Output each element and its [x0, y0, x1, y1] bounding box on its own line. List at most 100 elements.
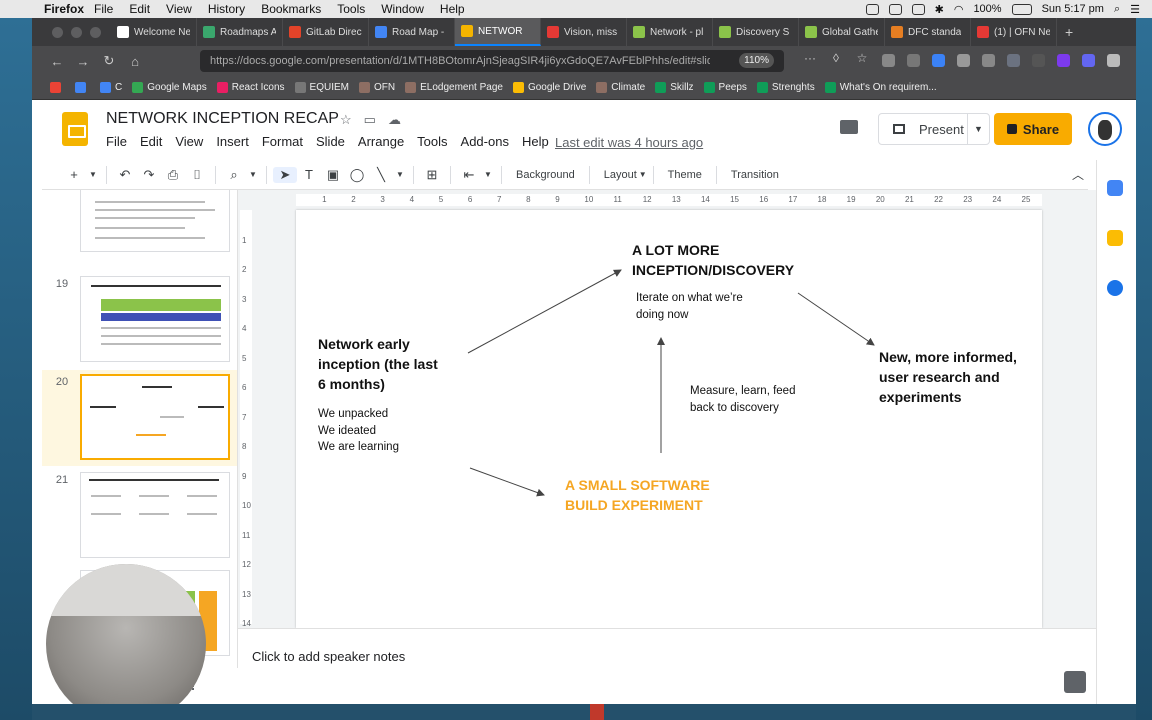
back-icon[interactable]: ← [44, 54, 70, 69]
close-window-button[interactable] [52, 26, 63, 38]
menu-history[interactable]: History [208, 2, 245, 16]
docs-menu-arrange[interactable]: Arrange [358, 134, 404, 149]
redo-icon[interactable]: ↷ [137, 167, 161, 183]
url-bar[interactable]: https://docs.google.com/presentation/d/1… [200, 50, 784, 72]
docs-menu-addons[interactable]: Add-ons [461, 134, 509, 149]
extension-icon[interactable] [1057, 54, 1070, 67]
star-icon[interactable]: ☆ [340, 112, 352, 128]
home-icon[interactable]: ⌂ [122, 54, 148, 69]
menu-edit[interactable]: Edit [129, 2, 150, 16]
add-comment-icon[interactable]: ⊞ [420, 167, 444, 183]
menu-help[interactable]: Help [440, 2, 465, 16]
tab[interactable]: Road Map - [369, 18, 455, 46]
extension-icon[interactable] [1032, 54, 1045, 67]
chevron-down-icon[interactable]: ▼ [481, 170, 495, 179]
bluetooth-icon[interactable]: ✱ [935, 3, 944, 16]
speaker-notes[interactable]: Click to add speaker notes [238, 628, 1096, 704]
tab[interactable]: GitLab Direc [283, 18, 369, 46]
bookmark-item[interactable]: Strenghts [756, 82, 815, 93]
chevron-down-icon[interactable]: ▼ [393, 170, 407, 179]
tab[interactable]: Roadmaps A [197, 18, 283, 46]
docs-menu-edit[interactable]: Edit [140, 134, 162, 149]
page-actions-icon[interactable]: ··· [802, 51, 818, 65]
collapse-toolbar-icon[interactable]: ︿ [1072, 166, 1084, 183]
dock-item[interactable] [590, 704, 604, 720]
horizontal-ruler[interactable]: 1 2 3 4 5 6 7 8 9 10 11 12 13 14 15 16 17 18 19 20 21 22 23 24 2… [296, 194, 1042, 206]
bookmark-item[interactable]: OFN [358, 82, 395, 93]
tab-active[interactable]: NETWOR [455, 18, 541, 46]
background-button[interactable]: Background [516, 169, 575, 181]
tab[interactable]: Discovery S [713, 18, 799, 46]
slide-thumbnail-selected[interactable]: 20 [42, 370, 237, 466]
url-text[interactable]: https://docs.google.com/presentation/d/1… [210, 55, 710, 67]
control-center-icon[interactable]: ☰ [1130, 3, 1140, 16]
extension-icon[interactable] [907, 54, 920, 67]
text-box-icon[interactable]: T [297, 167, 321, 182]
google-slides-logo-icon[interactable] [62, 112, 88, 146]
tasks-icon[interactable] [1107, 280, 1123, 296]
bookmark-item[interactable]: Google Maps [132, 82, 207, 93]
status-app-icon[interactable] [865, 3, 879, 15]
early-inception-list[interactable]: We unpacked We ideated We are learning [318, 406, 399, 456]
last-edit-link[interactable]: Last edit was 4 hours ago [555, 135, 703, 150]
tab[interactable]: DFC standa [885, 18, 971, 46]
calendar-icon[interactable] [1107, 180, 1123, 196]
minimize-window-button[interactable] [71, 26, 82, 38]
pocket-icon[interactable]: ◊ [828, 51, 844, 65]
new-slide-icon[interactable]: + [62, 167, 86, 182]
zoom-level-badge[interactable]: 110% [739, 53, 774, 68]
image-icon[interactable]: ▣ [321, 167, 345, 183]
menu-bookmarks[interactable]: Bookmarks [261, 2, 321, 16]
speaker-notes-placeholder[interactable]: Click to add speaker notes [252, 649, 405, 664]
bookmark-item[interactable]: What's On requirem... [824, 82, 937, 93]
menu-window[interactable]: Window [381, 2, 424, 16]
bookmark-star-icon[interactable]: ☆ [854, 51, 870, 65]
move-to-folder-icon[interactable]: ▭ [364, 112, 376, 128]
build-experiment-heading[interactable]: A SMALL SOFTWARE BUILD EXPERIMENT [565, 475, 710, 515]
tab[interactable]: Network - pl [627, 18, 713, 46]
slide-canvas[interactable]: A LOT MORE INCEPTION/DISCOVERY Iterate o… [296, 210, 1042, 628]
bookmark-item[interactable]: Climate [596, 82, 645, 93]
tab[interactable]: Vision, miss [541, 18, 627, 46]
cloud-saved-icon[interactable]: ☁ [388, 112, 401, 128]
status-app-icon[interactable] [888, 3, 902, 15]
bookmark-item[interactable]: Skillz [655, 82, 694, 93]
extension-icon[interactable] [932, 54, 945, 67]
chevron-down-icon[interactable]: ▼ [246, 170, 260, 179]
tab[interactable]: Welcome Ne [111, 18, 197, 46]
indent-icon[interactable]: ⇤ [457, 167, 481, 183]
tab[interactable]: (1) | OFN Ne [971, 18, 1057, 46]
extension-icon[interactable] [882, 54, 895, 67]
undo-icon[interactable]: ↶ [113, 167, 137, 183]
bookmark-item[interactable]: C [100, 82, 122, 93]
slide-thumbnail[interactable]: 21 [42, 468, 237, 564]
bookmark-calendar[interactable] [75, 82, 90, 93]
research-heading[interactable]: New, more informed, user research and ex… [879, 347, 1017, 407]
print-icon[interactable]: ⎙ [161, 167, 185, 183]
bookmark-gmail[interactable] [50, 82, 65, 93]
menu-file[interactable]: File [94, 2, 113, 16]
slide-thumbnail[interactable]: 19 [42, 272, 237, 368]
feedback-text[interactable]: Measure, learn, feed back to discovery [690, 383, 795, 416]
app-menu-firefox[interactable]: Firefox [44, 2, 84, 16]
new-tab-icon[interactable]: + [1065, 24, 1073, 40]
zoom-icon[interactable]: ⌕ [222, 167, 246, 183]
transition-button[interactable]: Transition [731, 169, 779, 181]
discovery-subtext[interactable]: Iterate on what we’re doing now [636, 290, 743, 323]
reload-icon[interactable]: ↻ [96, 53, 122, 69]
share-button[interactable]: Share [994, 113, 1072, 145]
wifi-icon[interactable]: ◠ [954, 3, 964, 16]
docs-menu-slide[interactable]: Slide [316, 134, 345, 149]
early-inception-heading[interactable]: Network early inception (the last 6 mont… [318, 334, 438, 394]
docs-menu-help[interactable]: Help [522, 134, 549, 149]
bookmark-item[interactable]: Google Drive [512, 82, 586, 93]
docs-menu-format[interactable]: Format [262, 134, 303, 149]
explore-icon[interactable] [1064, 671, 1086, 693]
status-app-icon[interactable] [911, 3, 925, 15]
paint-format-icon[interactable]: ⌷ [185, 167, 209, 183]
vertical-ruler[interactable]: 1 2 3 4 5 6 7 8 9 10 11 12 13 14 [240, 210, 252, 628]
layout-button[interactable]: Layout [604, 169, 637, 181]
extension-icon[interactable] [1082, 54, 1095, 67]
menu-view[interactable]: View [166, 2, 192, 16]
bookmark-item[interactable]: ELodgement Page [405, 82, 503, 93]
